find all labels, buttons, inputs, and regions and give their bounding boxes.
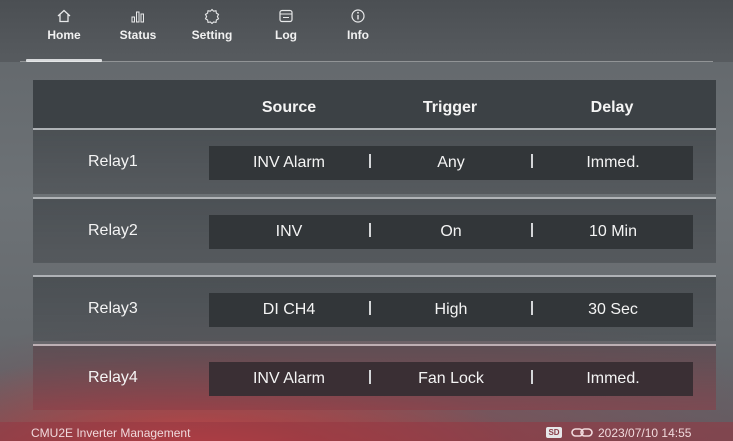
relay-row-2[interactable]: Relay2 INV On 10 Min (33, 197, 716, 263)
relay-settings: INV Alarm Any Immed. (209, 146, 693, 180)
relay-name: Relay3 (88, 300, 138, 317)
home-icon (57, 9, 71, 23)
link-icon (571, 428, 593, 437)
relay-name: Relay4 (88, 369, 138, 386)
tab-home[interactable]: Home (26, 8, 102, 62)
trigger-value[interactable]: Any (371, 146, 531, 180)
source-value[interactable]: DI CH4 (209, 293, 369, 327)
delay-value[interactable]: 30 Sec (533, 293, 693, 327)
log-icon (279, 9, 293, 23)
delay-value[interactable]: 10 Min (533, 215, 693, 249)
info-icon (351, 9, 365, 23)
column-header-trigger: Trigger (422, 99, 478, 116)
relay-name: Relay1 (88, 153, 138, 170)
relay-row-3[interactable]: Relay3 DI CH4 High 30 Sec (33, 275, 716, 341)
tab-status[interactable]: Status (108, 8, 168, 58)
relay-name: Relay2 (88, 222, 138, 239)
tab-info-label: Info (347, 28, 369, 42)
column-header-delay: Delay (590, 99, 634, 116)
trigger-value[interactable]: Fan Lock (371, 362, 531, 396)
device-screen: Home Status Setting Log Info Source Trig… (0, 0, 733, 441)
relay-settings: INV On 10 Min (209, 215, 693, 249)
tab-status-label: Status (119, 28, 157, 42)
tab-log-label: Log (275, 28, 297, 42)
bar-chart-icon (131, 11, 144, 23)
trigger-value[interactable]: On (371, 215, 531, 249)
nav-divider (20, 61, 713, 62)
gear-icon (204, 8, 220, 24)
sd-card-icon: SD (546, 427, 562, 438)
device-title: CMU2E Inverter Management (31, 426, 191, 440)
relay-table: Source Trigger Delay Relay1 INV Alarm An… (33, 80, 716, 415)
tab-setting[interactable]: Setting (182, 8, 242, 58)
relay-row-1[interactable]: Relay1 INV Alarm Any Immed. (33, 128, 716, 194)
table-header: Source Trigger Delay (33, 80, 716, 128)
tab-info[interactable]: Info (328, 8, 388, 58)
relay-row-4[interactable]: Relay4 INV Alarm Fan Lock Immed. (33, 344, 716, 410)
delay-value[interactable]: Immed. (533, 362, 693, 396)
top-nav-bar: Home Status Setting Log Info (0, 0, 733, 62)
source-value[interactable]: INV (209, 215, 369, 249)
tab-setting-label: Setting (191, 28, 233, 42)
status-bar: CMU2E Inverter Management SD 2023/07/10 … (0, 422, 733, 441)
datetime-display: 2023/07/10 14:55 (598, 426, 692, 440)
tab-home-label: Home (47, 28, 81, 42)
source-value[interactable]: INV Alarm (209, 362, 369, 396)
tab-log[interactable]: Log (256, 8, 316, 58)
column-header-source: Source (261, 99, 317, 116)
relay-settings: DI CH4 High 30 Sec (209, 293, 693, 327)
source-value[interactable]: INV Alarm (209, 146, 369, 180)
delay-value[interactable]: Immed. (533, 146, 693, 180)
trigger-value[interactable]: High (371, 293, 531, 327)
relay-settings: INV Alarm Fan Lock Immed. (209, 362, 693, 396)
